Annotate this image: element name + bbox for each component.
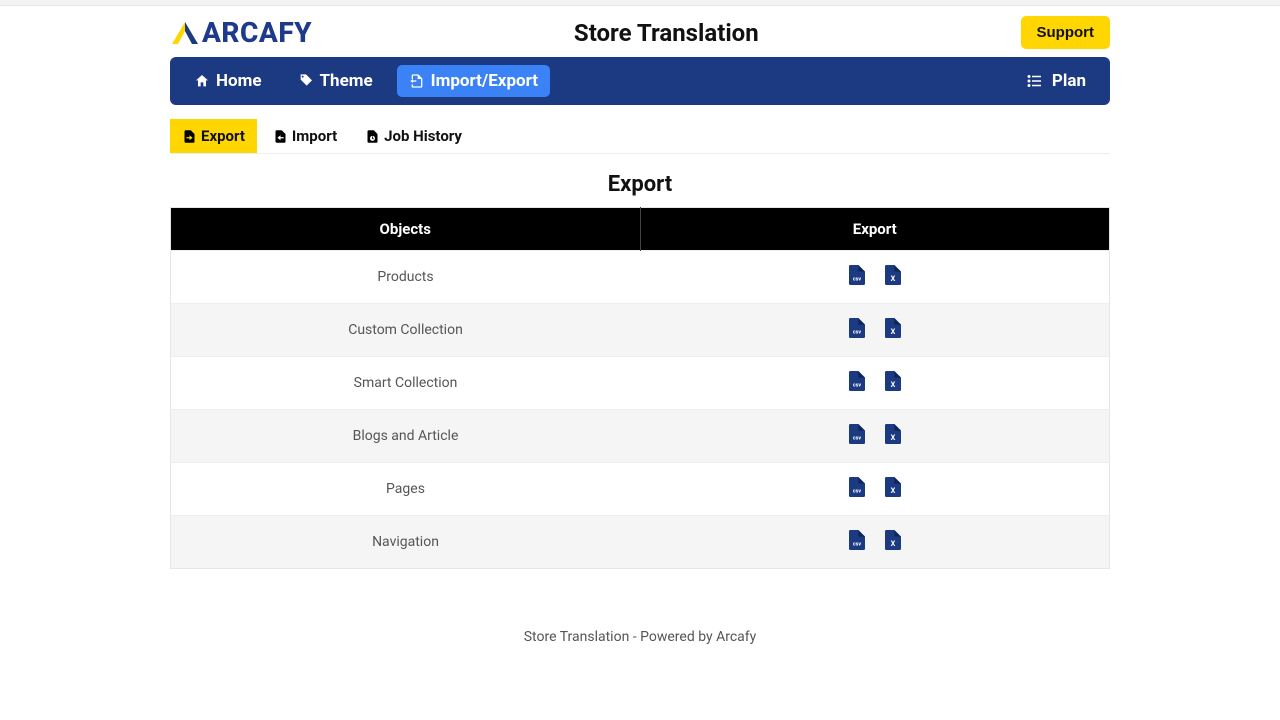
object-name-cell: Pages	[171, 463, 641, 516]
brand-arc-icon	[170, 20, 200, 46]
tab-import-label: Import	[292, 127, 337, 145]
export-csv-icon[interactable]: csv	[849, 371, 865, 395]
export-excel-icon[interactable]: X	[885, 318, 901, 342]
svg-text:X: X	[890, 539, 895, 548]
svg-text:X: X	[890, 274, 895, 283]
table-row: Navigation csv X	[171, 516, 1110, 569]
tab-job-history-label: Job History	[384, 127, 462, 145]
export-excel-icon[interactable]: X	[885, 265, 901, 289]
brand-text: ARCAFY	[202, 16, 312, 49]
svg-text:X: X	[890, 327, 895, 336]
export-table: Objects Export ProductscsvXCustom Collec…	[170, 207, 1110, 569]
home-icon	[194, 73, 210, 89]
export-actions-cell: csv X	[640, 251, 1110, 304]
tab-export-label: Export	[201, 127, 245, 145]
list-icon	[1026, 72, 1044, 90]
nav-home[interactable]: Home	[182, 65, 274, 97]
table-row: Smart Collection csv X	[171, 357, 1110, 410]
export-csv-icon[interactable]: csv	[849, 318, 865, 342]
export-excel-icon[interactable]: X	[885, 530, 901, 554]
export-excel-icon[interactable]: X	[885, 371, 901, 395]
svg-text:csv: csv	[852, 488, 861, 494]
main-nav: Home Theme Import/Export Plan	[170, 57, 1110, 105]
section-title: Export	[170, 172, 1110, 197]
col-header-export: Export	[640, 208, 1110, 251]
svg-text:csv: csv	[852, 276, 861, 282]
tab-export[interactable]: Export	[170, 119, 257, 153]
export-actions-cell: csv X	[640, 516, 1110, 569]
import-icon	[273, 129, 288, 144]
tag-icon	[298, 73, 314, 89]
export-excel-icon[interactable]: X	[885, 424, 901, 448]
export-actions-cell: csv X	[640, 410, 1110, 463]
svg-text:X: X	[890, 433, 895, 442]
export-actions-cell: csv X	[640, 463, 1110, 516]
sub-tabs: Export Import Job History	[170, 119, 1110, 154]
export-csv-icon[interactable]: csv	[849, 477, 865, 501]
table-row: Custom Collection csv X	[171, 304, 1110, 357]
svg-text:csv: csv	[852, 541, 861, 547]
support-button[interactable]: Support	[1021, 16, 1111, 49]
object-name-cell: Products	[171, 251, 641, 304]
col-header-objects: Objects	[171, 208, 641, 251]
export-csv-icon[interactable]: csv	[849, 424, 865, 448]
brand-logo[interactable]: ARCAFY	[170, 16, 312, 49]
nav-home-label: Home	[216, 71, 262, 91]
object-name-cell: Navigation	[171, 516, 641, 569]
nav-theme[interactable]: Theme	[286, 65, 385, 97]
object-name-cell: Smart Collection	[171, 357, 641, 410]
nav-plan-label: Plan	[1052, 71, 1086, 91]
export-csv-icon[interactable]: csv	[849, 265, 865, 289]
nav-theme-label: Theme	[320, 71, 373, 91]
nav-import-export[interactable]: Import/Export	[397, 65, 550, 97]
svg-text:X: X	[890, 380, 895, 389]
object-name-cell: Custom Collection	[171, 304, 641, 357]
export-icon	[182, 129, 197, 144]
tab-import[interactable]: Import	[261, 119, 349, 153]
table-row: Blogs and Article csv X	[171, 410, 1110, 463]
header: ARCAFY Store Translation Support	[170, 6, 1110, 57]
nav-import-export-label: Import/Export	[431, 71, 538, 91]
svg-text:X: X	[890, 486, 895, 495]
history-icon	[365, 129, 380, 144]
tab-job-history[interactable]: Job History	[353, 119, 474, 153]
page-title: Store Translation	[312, 19, 1020, 47]
svg-text:csv: csv	[852, 382, 861, 388]
export-actions-cell: csv X	[640, 304, 1110, 357]
svg-text:csv: csv	[852, 435, 861, 441]
export-csv-icon[interactable]: csv	[849, 530, 865, 554]
export-excel-icon[interactable]: X	[885, 477, 901, 501]
table-row: Products csv X	[171, 251, 1110, 304]
svg-text:csv: csv	[852, 329, 861, 335]
footer-text: Store Translation - Powered by Arcafy	[170, 629, 1110, 645]
object-name-cell: Blogs and Article	[171, 410, 641, 463]
nav-plan[interactable]: Plan	[1014, 65, 1098, 97]
file-import-icon	[409, 73, 425, 89]
table-row: Pages csv X	[171, 463, 1110, 516]
export-actions-cell: csv X	[640, 357, 1110, 410]
